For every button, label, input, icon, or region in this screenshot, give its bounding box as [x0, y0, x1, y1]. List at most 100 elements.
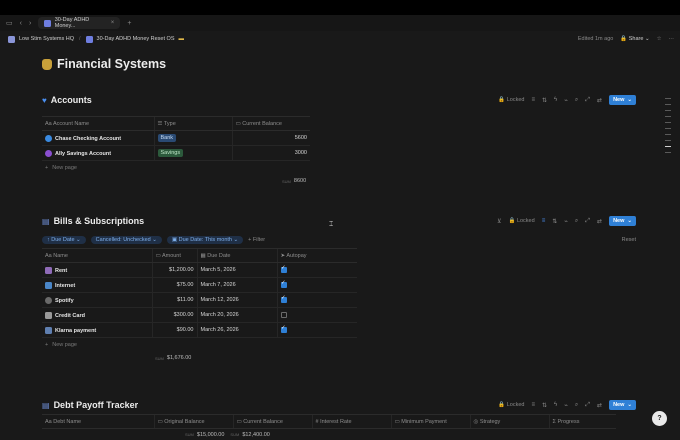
sort-icon[interactable]: ⇅	[542, 97, 547, 104]
new-record-button[interactable]: New ⌄	[609, 400, 636, 410]
column-header[interactable]: Aa Name	[42, 248, 152, 263]
expand-icon[interactable]: ⤢	[585, 402, 590, 409]
balance-cell[interactable]: 3000	[231, 145, 310, 161]
due-date-cell[interactable]: March 20, 2026	[196, 307, 277, 323]
due-date-cell[interactable]: March 26, 2026	[196, 322, 277, 338]
balance-cell[interactable]: 5600	[231, 130, 310, 146]
filter-chip-cancelled[interactable]: Cancelled: Unchecked ⌄	[90, 236, 162, 244]
settings-icon[interactable]: ⇄	[597, 218, 602, 225]
automation-icon[interactable]: ϟ	[554, 97, 557, 103]
back-icon[interactable]: ‹	[20, 20, 22, 27]
search-icon[interactable]: ⌕	[575, 97, 578, 104]
column-header[interactable]: Σ Progress	[548, 414, 616, 429]
close-tab-icon[interactable]: ×	[111, 20, 115, 26]
due-date-cell[interactable]: March 12, 2026	[196, 292, 277, 308]
amount-cell[interactable]: $300.00	[151, 307, 197, 323]
chart-icon[interactable]: ⌁	[564, 97, 568, 104]
search-icon[interactable]: ⌕	[575, 218, 578, 225]
column-header[interactable]: Aa Account Name	[42, 116, 154, 131]
type-cell[interactable]: Savings	[153, 145, 232, 161]
autopay-checkbox[interactable]	[276, 307, 357, 323]
column-header[interactable]: ▦ Due Date	[196, 248, 277, 263]
filter-icon[interactable]: ≡	[532, 402, 536, 408]
more-options-icon[interactable]: ⋯	[669, 36, 675, 42]
breadcrumb-item-hq[interactable]: Low Stim Systems HQ	[8, 35, 74, 43]
table-row[interactable]: Internet $75.00 March 7, 2026	[42, 277, 357, 293]
new-record-button[interactable]: New ⌄	[609, 216, 636, 226]
chevron-down-icon[interactable]: ⌄	[627, 402, 632, 408]
type-cell[interactable]: Bank	[153, 130, 232, 146]
column-header[interactable]: ▭ Amount	[151, 248, 197, 263]
account-name-cell[interactable]: Chase Checking Account	[42, 130, 154, 146]
bill-name-cell[interactable]: Klarna payment	[42, 322, 152, 338]
lock-status[interactable]: 🔒 Locked	[509, 218, 535, 224]
accounts-title[interactable]: Accounts	[51, 95, 92, 105]
due-date-cell[interactable]: March 5, 2026	[196, 262, 277, 278]
lock-status[interactable]: 🔒 Locked	[498, 97, 524, 103]
tab-current[interactable]: 30-Day ADHD Money... ×	[38, 17, 121, 29]
table-row[interactable]: Chase Checking Account Bank 5600	[42, 130, 310, 146]
column-header[interactable]: ➤ Autopay	[276, 248, 357, 263]
table-row[interactable]: Ally Savings Account Savings 3000	[42, 145, 310, 161]
table-row[interactable]: Klarna payment $90.00 March 26, 2026	[42, 322, 357, 338]
chart-icon[interactable]: ⌁	[564, 402, 568, 409]
lock-status[interactable]: 🔒 Locked	[498, 402, 524, 408]
column-header[interactable]: ▭ Current Balance	[232, 414, 312, 429]
new-tab-button[interactable]: +	[127, 20, 131, 27]
bill-name-cell[interactable]: Credit Card	[42, 307, 152, 323]
reset-button[interactable]: Reset	[622, 237, 636, 243]
chevron-down-icon[interactable]: ⌄	[627, 218, 632, 224]
filter-icon[interactable]: ≡	[542, 218, 546, 224]
bills-title[interactable]: Bills & Subscriptions	[54, 216, 145, 226]
new-page-row[interactable]: + New page	[42, 161, 636, 175]
chart-icon[interactable]: ⌁	[564, 218, 568, 225]
expand-icon[interactable]: ⤢	[585, 97, 590, 104]
filter-icon[interactable]: ≡	[532, 97, 536, 103]
new-record-button[interactable]: New ⌄	[609, 95, 636, 105]
autopay-checkbox[interactable]	[276, 292, 357, 308]
column-header[interactable]: # Interest Rate	[311, 414, 391, 429]
automation-icon[interactable]: ϟ	[554, 402, 557, 408]
amount-cell[interactable]: $11.00	[151, 292, 197, 308]
add-filter-button[interactable]: + Filter	[248, 237, 265, 243]
column-header[interactable]: ▭ Minimum Payment	[390, 414, 470, 429]
amount-cell[interactable]: $75.00	[151, 277, 197, 293]
layout-icon[interactable]: ⊻	[497, 218, 501, 225]
autopay-checkbox[interactable]	[276, 322, 357, 338]
help-button[interactable]: ?	[652, 411, 667, 426]
column-header[interactable]: Aa Debt Name	[42, 414, 154, 429]
column-header[interactable]: ☰ Type	[153, 116, 232, 131]
forward-icon[interactable]: ›	[29, 20, 31, 27]
debt-sum[interactable]: SUM $15,000.00 SUM $12,400.00	[42, 429, 636, 440]
account-name-cell[interactable]: Ally Savings Account	[42, 145, 154, 161]
bill-name-cell[interactable]: Spotify	[42, 292, 152, 308]
bill-name-cell[interactable]: Internet	[42, 277, 152, 293]
accounts-sum[interactable]: SUM 8600	[42, 175, 636, 187]
table-row[interactable]: Credit Card $300.00 March 20, 2026	[42, 307, 357, 323]
chevron-down-icon[interactable]: ⌄	[627, 97, 632, 103]
autopay-checkbox[interactable]	[276, 262, 357, 278]
table-row[interactable]: Rent $1,200.00 March 5, 2026	[42, 262, 357, 278]
breadcrumb-item-reset-os[interactable]: 30-Day ADHD Money Reset OS ▬	[85, 35, 184, 43]
due-date-cell[interactable]: March 7, 2026	[196, 277, 277, 293]
settings-icon[interactable]: ⇄	[597, 97, 602, 104]
star-icon[interactable]: ☆	[657, 36, 662, 42]
sort-icon[interactable]: ⇅	[552, 218, 557, 225]
sidebar-toggle-icon[interactable]: ▭	[6, 20, 13, 27]
sort-icon[interactable]: ⇅	[542, 402, 547, 409]
column-header[interactable]: ◎ Strategy	[469, 414, 549, 429]
share-button[interactable]: 🔒 Share ⌄	[620, 36, 649, 42]
search-icon[interactable]: ⌕	[575, 402, 578, 409]
sort-chip[interactable]: ↑ Due Date ⌄	[42, 236, 86, 244]
amount-cell[interactable]: $90.00	[151, 322, 197, 338]
table-row[interactable]: Spotify $11.00 March 12, 2026	[42, 292, 357, 308]
filter-chip-due-date[interactable]: ▣ Due Date: This month ⌄	[166, 236, 244, 244]
autopay-checkbox[interactable]	[276, 277, 357, 293]
column-header[interactable]: ▭ Current Balance	[231, 116, 310, 131]
amount-cell[interactable]: $1,200.00	[151, 262, 197, 278]
new-page-row[interactable]: + New page	[42, 338, 636, 352]
bill-name-cell[interactable]: Rent	[42, 262, 152, 278]
page-outline[interactable]	[665, 98, 671, 153]
debt-title[interactable]: Debt Payoff Tracker	[54, 400, 139, 410]
bills-sum[interactable]: SUM $1,676.00	[42, 352, 636, 364]
